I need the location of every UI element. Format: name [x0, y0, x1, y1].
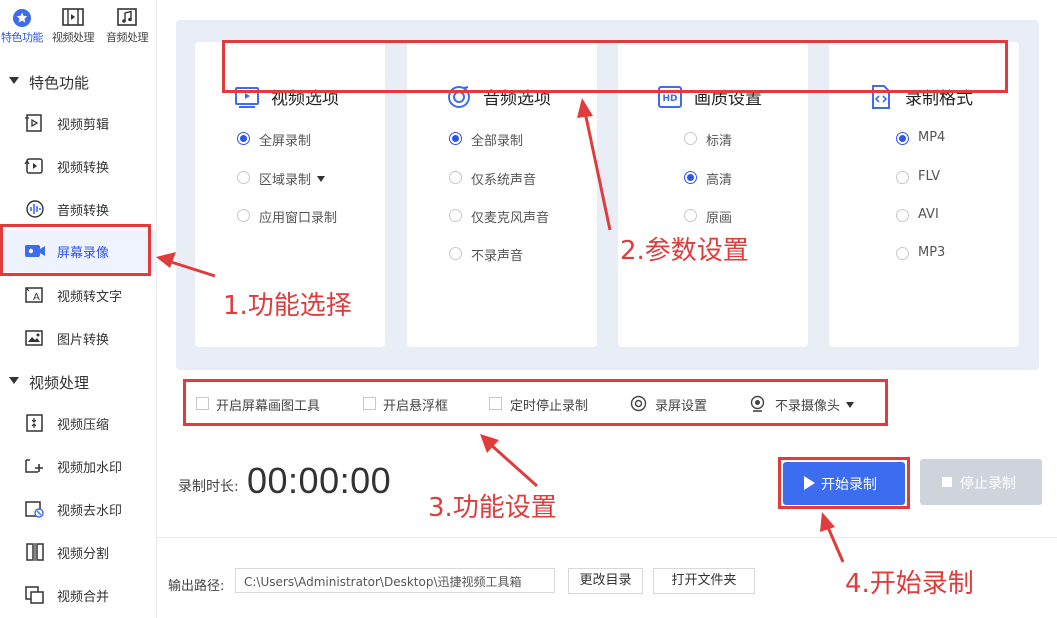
arrow-head	[156, 252, 176, 268]
arrow-head	[577, 98, 593, 118]
app-window: 特色功能 视频处理 音频处理 特色功能 视频剪辑 视频转换 音频转换 屏幕录像 …	[0, 0, 1057, 618]
arrow-line	[583, 111, 612, 231]
arrow-line	[167, 259, 216, 278]
annotation-arrows	[156, 98, 845, 563]
arrow-line	[825, 524, 845, 563]
arrow-head	[820, 512, 835, 532]
arrow-line	[489, 442, 538, 488]
